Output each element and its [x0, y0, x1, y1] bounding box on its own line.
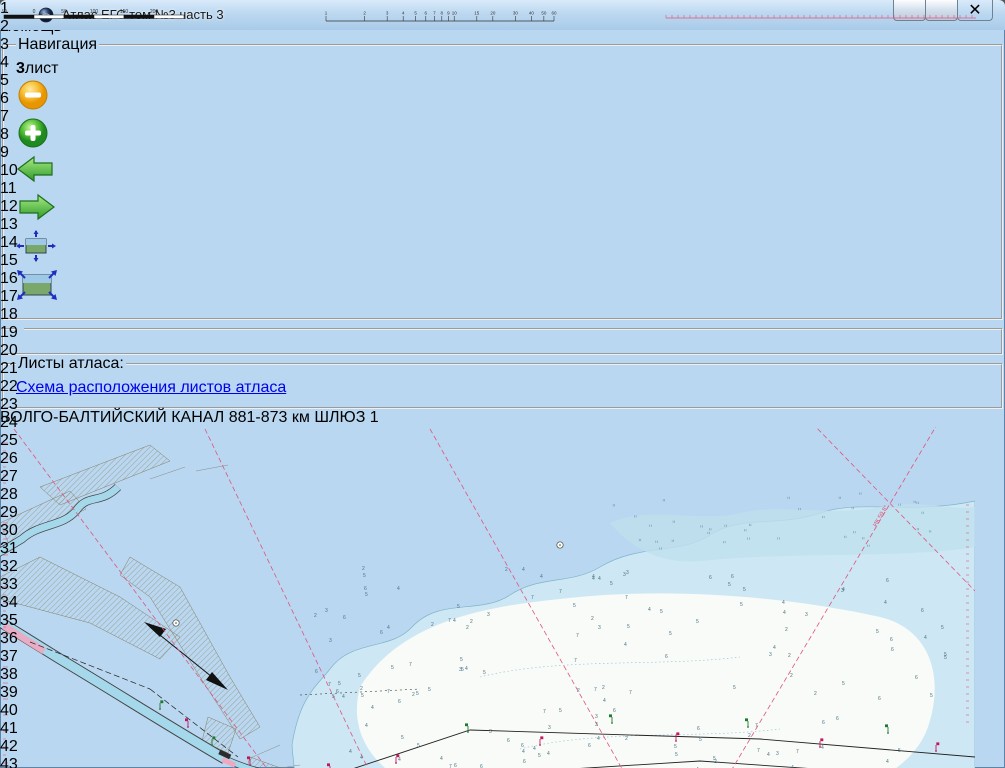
sheet-button-15[interactable]: 15 [0, 252, 1005, 270]
svg-text:4: 4 [402, 11, 405, 16]
sheet-button-13[interactable]: 13 [0, 216, 1005, 234]
linear-scale-bar: 50 0 50 100 150 200 [2, 6, 212, 24]
svg-text:3: 3 [386, 11, 389, 16]
sheet-button-11[interactable]: 11 [0, 180, 1005, 198]
svg-text:2: 2 [363, 11, 366, 16]
sheet-button-26[interactable]: 26 [0, 450, 1005, 468]
sheet-button-18[interactable]: 18 [0, 306, 1005, 324]
sheet-button-5[interactable]: 5 [0, 72, 1005, 90]
sheet-button-6[interactable]: 6 [0, 90, 1005, 108]
sheet-button-21[interactable]: 21 [0, 360, 1005, 378]
atlas-sheets-group: Листы атласа: 12345678910111213141516171… [2, 355, 1003, 409]
sheet-button-23[interactable]: 23 [0, 396, 1005, 414]
sheet-button-22[interactable]: 22 [0, 378, 1005, 396]
svg-text:100: 100 [90, 9, 99, 15]
svg-text:50: 50 [2, 9, 7, 15]
svg-text:40: 40 [529, 11, 535, 16]
svg-text:10: 10 [452, 11, 458, 16]
sheet-button-28[interactable]: 28 [0, 486, 1005, 504]
sheet-button-33[interactable]: 33 [0, 576, 1005, 594]
svg-text:7: 7 [433, 11, 436, 16]
sheet-buttons-container: 1234567891011121314151617181920212223242… [0, 0, 1005, 768]
sheet-button-19[interactable]: 19 [0, 324, 1005, 342]
sheet-button-41[interactable]: 41 [0, 720, 1005, 738]
sheet-button-37[interactable]: 37 [0, 648, 1005, 666]
sheet-button-24[interactable]: 24 [0, 414, 1005, 432]
svg-text:50: 50 [541, 11, 547, 16]
sheet-button-40[interactable]: 40 [0, 702, 1005, 720]
sheet-button-38[interactable]: 38 [0, 666, 1005, 684]
log-scale-bar: 1 2 3 4 5 6 7 8 9 10 15 20 30 40 50 60 [322, 8, 572, 24]
svg-text:9: 9 [447, 11, 450, 16]
sheet-button-12[interactable]: 12 [0, 198, 1005, 216]
sheet-button-39[interactable]: 39 [0, 684, 1005, 702]
client-area: Навигация 3лист [0, 36, 1005, 768]
sheet-button-29[interactable]: 29 [0, 504, 1005, 522]
sheet-button-8[interactable]: 8 [0, 126, 1005, 144]
svg-text:1: 1 [325, 11, 328, 16]
sheet-button-4[interactable]: 4 [0, 54, 1005, 72]
sheet-button-14[interactable]: 14 [0, 234, 1005, 252]
svg-text:15: 15 [474, 11, 480, 16]
svg-text:60: 60 [551, 11, 557, 16]
sheet-button-3[interactable]: 3 [0, 36, 1005, 54]
svg-text:6: 6 [425, 11, 428, 16]
sheet-button-30[interactable]: 30 [0, 522, 1005, 540]
sheet-button-17[interactable]: 17 [0, 288, 1005, 306]
sheet-button-42[interactable]: 42 [0, 738, 1005, 756]
sheet-button-7[interactable]: 7 [0, 108, 1005, 126]
sheet-button-27[interactable]: 27 [0, 468, 1005, 486]
sheet-button-20[interactable]: 20 [0, 342, 1005, 360]
svg-text:150: 150 [120, 9, 129, 15]
sheet-button-31[interactable]: 31 [0, 540, 1005, 558]
svg-text:30: 30 [513, 11, 519, 16]
sheet-button-34[interactable]: 34 [0, 594, 1005, 612]
svg-text:20: 20 [490, 11, 496, 16]
sheet-button-10[interactable]: 10 [0, 162, 1005, 180]
distance-scale-bar [664, 8, 979, 24]
svg-text:0: 0 [33, 9, 36, 15]
sheet-button-43[interactable]: 43 [0, 756, 1005, 768]
svg-text:5: 5 [414, 11, 417, 16]
sheet-button-36[interactable]: 36 [0, 630, 1005, 648]
sheet-button-9[interactable]: 9 [0, 144, 1005, 162]
svg-text:50: 50 [61, 9, 67, 15]
sheet-button-35[interactable]: 35 [0, 612, 1005, 630]
app-window: Атлас ЕГС том №3 часть 3 ✕ Файл Помощь Н… [0, 0, 1005, 768]
sheet-button-25[interactable]: 25 [0, 432, 1005, 450]
sheet-button-32[interactable]: 32 [0, 558, 1005, 576]
svg-text:200: 200 [150, 9, 159, 15]
svg-text:8: 8 [441, 11, 444, 16]
sheet-button-16[interactable]: 16 [0, 270, 1005, 288]
